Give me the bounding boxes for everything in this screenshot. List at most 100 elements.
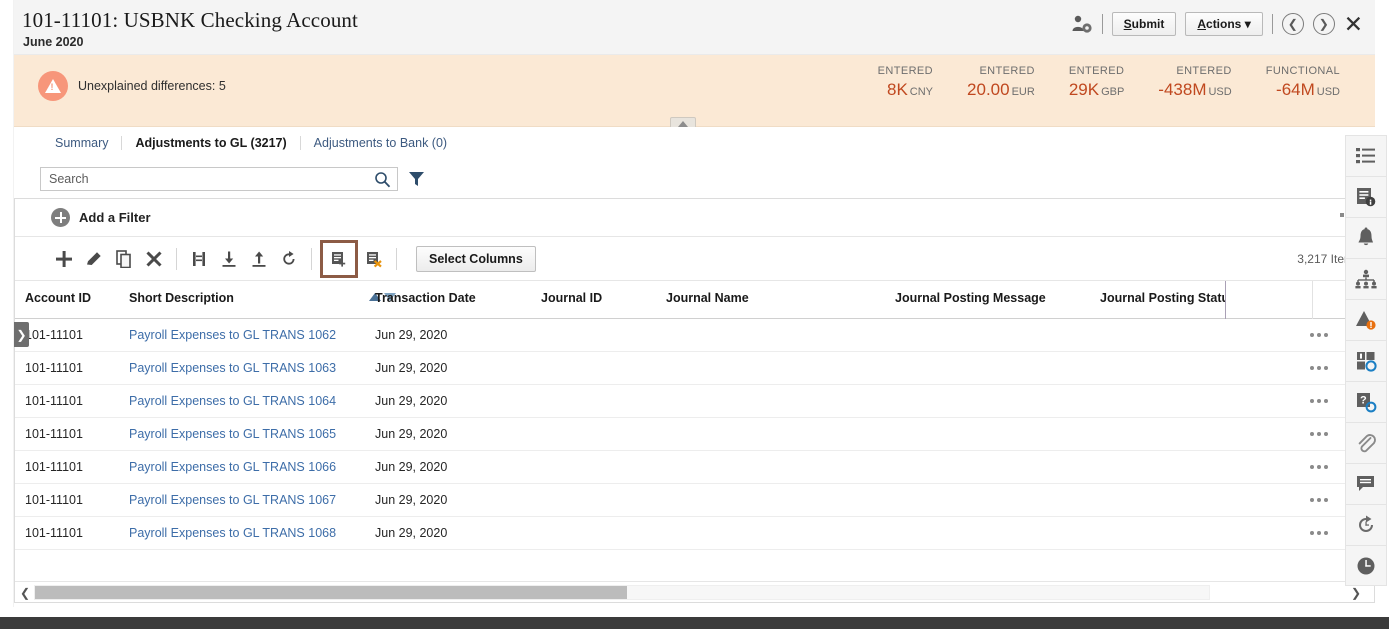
metric-currency: USD (1208, 86, 1232, 98)
delete-x-icon[interactable] (139, 244, 169, 274)
cell-short-description-link[interactable]: Payroll Expenses to GL TRANS 1063 (129, 361, 336, 375)
cell-account-id: 101-11101 (25, 493, 83, 507)
cell-transaction-date: Jun 29, 2020 (375, 361, 448, 375)
column-header-journal-name[interactable]: Journal Name (666, 291, 749, 305)
adjustments-panel: Add a Filter Select Columns 3,217 Items … (14, 198, 1375, 603)
chevron-right-circle-icon[interactable]: ❯ (1312, 13, 1335, 35)
cell-short-description-link[interactable]: Payroll Expenses to GL TRANS 1064 (129, 394, 336, 408)
column-header-journal-posting-status[interactable]: Journal Posting Status (1100, 291, 1226, 305)
metric-value: -438M USD (1158, 80, 1231, 100)
rail-attachments-button[interactable] (1345, 422, 1387, 463)
chevron-left-icon[interactable]: ❮ (17, 584, 33, 601)
application-window: 101-11101: USBNK Checking Account June 2… (0, 0, 1389, 629)
table-horizontal-scrollbar[interactable]: ❮ ❯ (15, 581, 1374, 602)
column-header-transaction-date[interactable]: Transaction Date (375, 291, 476, 305)
column-header-short-description[interactable]: Short Description (129, 291, 234, 305)
rail-alerts-button[interactable] (1345, 299, 1387, 340)
row-actions-menu[interactable] (1310, 366, 1328, 370)
chevron-right-icon[interactable]: ❯ (1348, 584, 1364, 601)
chevron-left-circle-icon[interactable]: ❮ (1281, 13, 1304, 35)
svg-text:?: ? (1360, 395, 1367, 407)
cell-short-description-link[interactable]: Payroll Expenses to GL TRANS 1062 (129, 328, 336, 342)
cell-short-description-link[interactable]: Payroll Expenses to GL TRANS 1066 (129, 460, 336, 474)
table-row[interactable]: 101-11101 Payroll Expenses to GL TRANS 1… (15, 385, 1374, 418)
horizontal-scroll-thumb[interactable] (35, 586, 627, 599)
column-header-journal-id[interactable]: Journal ID (541, 291, 602, 305)
metric-amount: 8K (887, 80, 908, 99)
metric-value: -64M USD (1266, 80, 1340, 100)
close-icon[interactable]: ✕ (1344, 12, 1363, 36)
plus-circle-icon[interactable] (51, 208, 70, 227)
tab-summary[interactable]: Summary (42, 135, 123, 150)
metric-currency: USD (1316, 86, 1340, 98)
column-header-journal-posting-message[interactable]: Journal Posting Message (895, 291, 1046, 305)
table-row[interactable]: 101-11101 Payroll Expenses to GL TRANS 1… (15, 451, 1374, 484)
rail-list-button[interactable] (1345, 135, 1387, 176)
refresh-icon[interactable] (274, 244, 304, 274)
rail-clock-button[interactable] (1345, 545, 1387, 586)
row-actions-menu[interactable] (1310, 498, 1328, 502)
table-row[interactable]: 101-11101 Payroll Expenses to GL TRANS 1… (15, 418, 1374, 451)
user-settings-icon[interactable] (1071, 14, 1093, 34)
rail-dashboard-button[interactable] (1345, 340, 1387, 381)
add-filter-button[interactable]: Add a Filter (79, 210, 151, 225)
rail-document-info-button[interactable] (1345, 176, 1387, 217)
delete-view-icon[interactable] (359, 244, 389, 274)
search-icon[interactable] (374, 171, 391, 188)
table-row[interactable]: 101-11101 Payroll Expenses to GL TRANS 1… (15, 352, 1374, 385)
tab-adjustments-to-bank[interactable]: Adjustments to Bank (0) (301, 136, 460, 150)
download-icon[interactable] (214, 244, 244, 274)
table-header: Account ID Short Description Transaction… (15, 281, 1374, 319)
actions-button[interactable]: Actions ▾ (1185, 12, 1263, 36)
submit-button[interactable]: Submit (1111, 12, 1177, 36)
metric-amount: 20.00 (967, 80, 1010, 99)
submit-button-label-rest: ubmit (1131, 17, 1165, 31)
row-actions-menu[interactable] (1310, 399, 1328, 403)
row-actions-menu[interactable] (1310, 465, 1328, 469)
alert-warning-icon (1355, 309, 1377, 331)
select-columns-button[interactable]: Select Columns (416, 245, 536, 272)
cell-short-description-link[interactable]: Payroll Expenses to GL TRANS 1065 (129, 427, 336, 441)
page-header: 101-11101: USBNK Checking Account June 2… (14, 0, 1375, 55)
table-row[interactable]: 101-11101 Payroll Expenses to GL TRANS 1… (15, 517, 1374, 550)
metric-amount: 29K (1068, 80, 1100, 99)
cell-transaction-date: Jun 29, 2020 (375, 493, 448, 507)
panel-expand-handle[interactable]: ❯ (14, 322, 29, 347)
row-actions-menu[interactable] (1310, 333, 1328, 337)
rail-comments-button[interactable] (1345, 463, 1387, 504)
column-header-account-id[interactable]: Account ID (25, 291, 91, 305)
horizontal-scroll-track[interactable] (34, 585, 1210, 600)
rail-hierarchy-button[interactable] (1345, 258, 1387, 299)
add-icon[interactable] (49, 244, 79, 274)
row-actions-menu[interactable] (1310, 531, 1328, 535)
metric-functional-usd: FUNCTIONAL -64M USD (1249, 65, 1357, 100)
detach-icon[interactable] (184, 244, 214, 274)
save-view-icon[interactable] (324, 244, 354, 274)
cell-account-id: 101-11101 (25, 394, 83, 408)
column-resize-handle-2[interactable] (1312, 281, 1313, 319)
column-resize-handle[interactable] (1225, 281, 1226, 319)
tab-bar: Summary Adjustments to GL (3217) Adjustm… (14, 127, 1375, 158)
metric-value: 29K GBP (1069, 80, 1124, 100)
duplicate-icon[interactable] (109, 244, 139, 274)
cell-account-id: 101-11101 (25, 427, 83, 441)
tab-adjustments-to-gl[interactable]: Adjustments to GL (3217) (122, 135, 301, 150)
rail-notifications-button[interactable] (1345, 217, 1387, 258)
search-box[interactable] (40, 167, 398, 191)
filter-funnel-icon[interactable] (408, 171, 425, 187)
rail-help-button[interactable]: ? (1345, 381, 1387, 422)
metric-entered-cny: ENTERED 8K CNY (861, 65, 950, 100)
edit-pencil-icon[interactable] (79, 244, 109, 274)
table-row[interactable]: 101-11101 Payroll Expenses to GL TRANS 1… (15, 319, 1374, 352)
cell-account-id: 101-11101 (25, 526, 83, 540)
upload-icon[interactable] (244, 244, 274, 274)
table-row[interactable]: 101-11101 Payroll Expenses to GL TRANS 1… (15, 484, 1374, 517)
search-input[interactable] (41, 168, 361, 190)
row-actions-menu[interactable] (1310, 432, 1328, 436)
rail-history-button[interactable] (1345, 504, 1387, 545)
toolbar-divider (176, 247, 177, 270)
cell-short-description-link[interactable]: Payroll Expenses to GL TRANS 1067 (129, 493, 336, 507)
metric-currency: GBP (1101, 86, 1125, 98)
table-toolbar: Select Columns 3,217 Items (15, 237, 1374, 281)
cell-short-description-link[interactable]: Payroll Expenses to GL TRANS 1068 (129, 526, 336, 540)
